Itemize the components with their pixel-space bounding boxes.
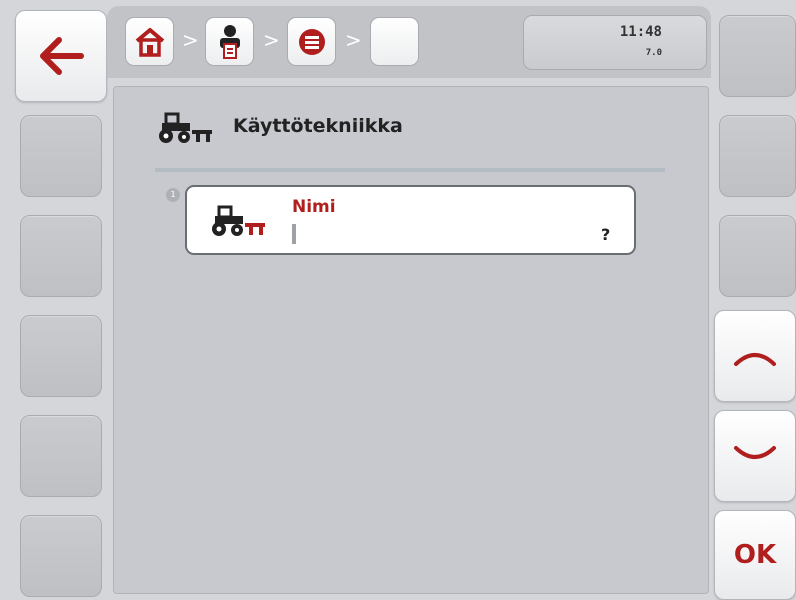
softkey-left-2[interactable] <box>20 115 102 197</box>
operator-icon <box>219 24 240 59</box>
scroll-down-button[interactable] <box>714 410 796 502</box>
list-icon <box>298 28 325 55</box>
ok-label: OK <box>733 540 777 570</box>
tractor-icon <box>159 112 212 143</box>
name-field[interactable]: Nimi ? <box>185 185 636 255</box>
softkey-left-5[interactable] <box>20 415 102 497</box>
ok-button[interactable]: OK <box>714 510 796 600</box>
softkey-right-2[interactable] <box>719 115 796 197</box>
scroll-up-button[interactable] <box>714 310 796 402</box>
softkey-left-6[interactable] <box>20 515 102 597</box>
clock-display: 11:48 7.0 <box>523 15 707 70</box>
softkey-left-4[interactable] <box>20 315 102 397</box>
breadcrumb-operator[interactable] <box>205 17 254 66</box>
breadcrumb-separator: > <box>345 28 362 52</box>
help-indicator[interactable]: ? <box>601 225 610 244</box>
section-title: Käyttötekniikka <box>233 115 403 137</box>
tractor-icon <box>212 205 265 236</box>
text-cursor <box>292 224 296 244</box>
breadcrumb-separator: > <box>182 28 199 52</box>
chevron-up-icon <box>734 353 776 366</box>
breadcrumb-separator: > <box>263 28 280 52</box>
main-panel <box>113 86 709 594</box>
home-icon <box>135 27 164 57</box>
softkey-right-1[interactable] <box>719 15 796 97</box>
clock-time: 11:48 <box>619 24 662 40</box>
divider <box>155 168 665 172</box>
breadcrumb-list[interactable] <box>287 17 336 66</box>
back-arrow-icon <box>40 37 84 75</box>
softkey-left-3[interactable] <box>20 215 102 297</box>
back-button[interactable] <box>15 10 107 102</box>
field-index-badge: 1 <box>166 188 180 202</box>
field-label: Nimi <box>292 197 336 217</box>
chevron-down-icon <box>734 446 776 459</box>
version-label: 7.0 <box>645 48 662 58</box>
breadcrumb-home[interactable] <box>125 17 174 66</box>
breadcrumb-empty[interactable] <box>370 17 419 66</box>
softkey-right-3[interactable] <box>719 215 796 297</box>
